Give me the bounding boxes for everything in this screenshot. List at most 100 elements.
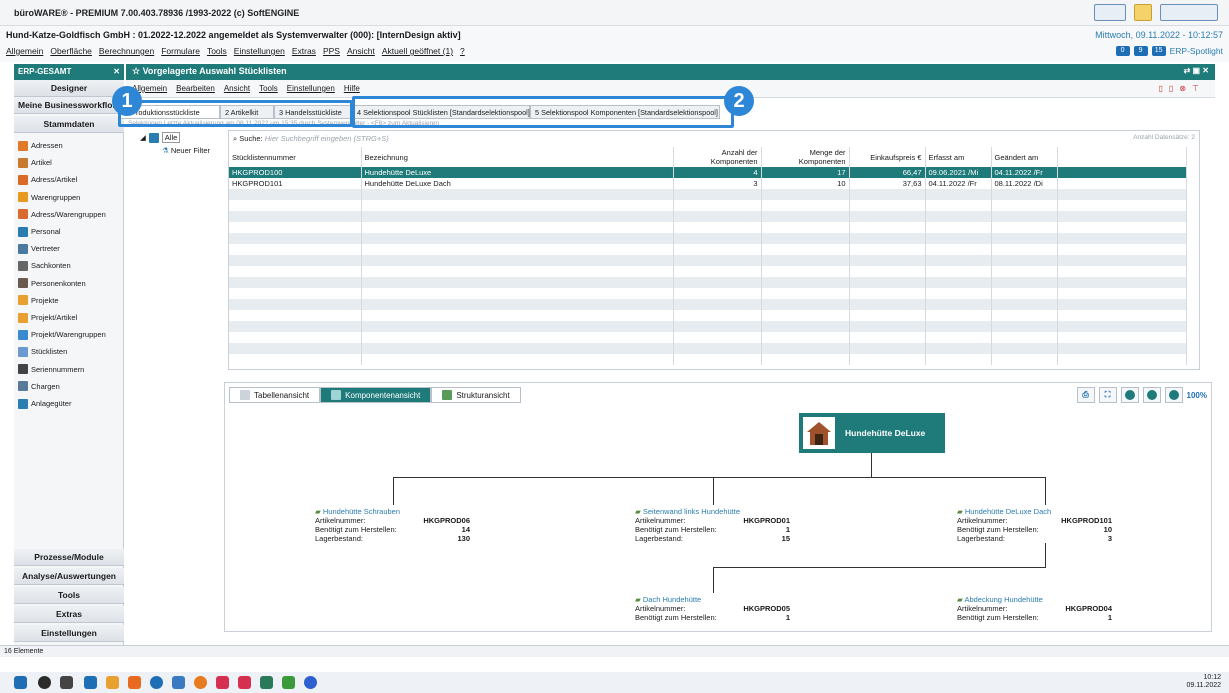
toolbar-tools[interactable]: Tools — [259, 84, 278, 93]
app-icon[interactable] — [304, 676, 317, 689]
app-icon[interactable] — [194, 676, 207, 689]
warning-icon[interactable] — [1134, 4, 1152, 21]
nav-item[interactable]: Anlagegüter — [18, 396, 71, 411]
spotlight-label[interactable]: ERP-Spotlight — [1170, 46, 1223, 56]
print-icon[interactable]: ⎙ — [1076, 387, 1095, 403]
table-row[interactable] — [229, 277, 1187, 288]
table-row[interactable] — [229, 233, 1187, 244]
window-controls[interactable] — [1160, 4, 1218, 21]
component-node[interactable]: ▰ Dach Hundehütte Artikelnummer: HKGPROD05… — [635, 595, 790, 622]
col-bezeichnung[interactable]: Bezeichnung — [361, 147, 674, 167]
table-row[interactable] — [229, 354, 1187, 365]
nav-item[interactable]: Adress/Warengruppen — [18, 207, 106, 222]
nav-item[interactable]: Chargen — [18, 379, 60, 394]
nav-stammdaten[interactable]: Stammdaten — [14, 116, 124, 133]
explorer-icon[interactable] — [106, 676, 119, 689]
toolbar-action-icons[interactable]: ▯▯⊗⊤ — [1159, 84, 1205, 93]
nav-item[interactable]: Sachkonten — [18, 258, 71, 273]
toolbar-einstellungen[interactable]: Einstellungen — [287, 84, 335, 93]
tab-tabellenansicht[interactable]: Tabellenansicht — [229, 387, 321, 403]
nav-prozesse-module[interactable]: Prozesse/Module — [14, 549, 124, 566]
nav-item[interactable]: Artikel — [18, 155, 52, 170]
zoom-reset-button[interactable] — [1164, 387, 1183, 403]
app-icon[interactable] — [260, 676, 273, 689]
table-row[interactable] — [229, 200, 1187, 211]
menu-allgemein[interactable]: Allgemein — [6, 46, 43, 56]
browser-icon[interactable] — [150, 676, 163, 689]
col-erfasst-am[interactable]: Erfasst am — [925, 147, 992, 167]
nav-einstellungen[interactable]: Einstellungen — [14, 625, 124, 642]
tab-komponentenansicht[interactable]: Komponentenansicht — [320, 387, 432, 403]
tab-strukturansicht[interactable]: Strukturansicht — [431, 387, 521, 403]
app-icon[interactable] — [84, 676, 97, 689]
table-row[interactable] — [229, 288, 1187, 299]
toolbar-bearbeiten[interactable]: Bearbeiten — [176, 84, 215, 93]
search-icon[interactable] — [38, 676, 51, 689]
task-badge[interactable]: 9 — [1133, 46, 1148, 56]
table-row[interactable] — [229, 343, 1187, 354]
tree-root[interactable]: ◢ Alle — [140, 132, 228, 143]
table-row[interactable] — [229, 321, 1187, 332]
tree-new-filter[interactable]: ⚗ Neuer Filter — [162, 146, 228, 155]
component-node[interactable]: ▰ Seitenwand links Hundehütte Artikelnumm… — [635, 507, 790, 543]
menu-berechnungen[interactable]: Berechnungen — [99, 46, 154, 56]
tree-new-filter-label[interactable]: Neuer Filter — [171, 146, 210, 155]
menu-ansicht[interactable]: Ansicht — [347, 46, 375, 56]
star-icon[interactable]: ☆ — [132, 66, 140, 76]
table-row[interactable] — [229, 332, 1187, 343]
table-row[interactable] — [229, 310, 1187, 321]
taskbar-clock[interactable]: 10:12 09.11.2022 — [1186, 674, 1221, 690]
component-node[interactable]: ▰ Hundehütte Schrauben Artikelnummer: HKGP… — [315, 507, 470, 543]
table-row[interactable] — [229, 299, 1187, 310]
panel-controls[interactable]: ⇄ ▣ ✕ — [1184, 66, 1209, 75]
zoom-out-button[interactable] — [1142, 387, 1161, 403]
table-row[interactable]: HKGPROD101 Hundehütte DeLuxe Dach 3 10 37,63… — [229, 178, 1187, 189]
app-icon[interactable] — [216, 676, 229, 689]
col-geaendert-am[interactable]: Geändert am — [991, 147, 1058, 167]
nav-item[interactable]: Personenkonten — [18, 276, 86, 291]
table-row[interactable] — [229, 266, 1187, 277]
close-icon[interactable]: ✕ — [113, 67, 120, 76]
tree-root-label[interactable]: Alle — [161, 132, 181, 143]
menu-extras[interactable]: Extras — [292, 46, 316, 56]
col-menge-komponenten[interactable]: Menge der Komponenten — [761, 147, 850, 167]
menu-tools[interactable]: Tools — [207, 46, 227, 56]
nav-analyse-auswertungen[interactable]: Analyse/Auswertungen — [14, 568, 124, 585]
nav-item[interactable]: Vertreter — [18, 241, 60, 256]
menu-aktuell-geoeffnet[interactable]: Aktuell geöffnet (1) — [382, 46, 453, 56]
nav-business-workflow[interactable]: Meine Businessworkflo... — [14, 97, 124, 114]
nav-tools[interactable]: Tools — [14, 587, 124, 604]
app-icon[interactable] — [238, 676, 251, 689]
collapse-icon[interactable]: ◢ — [140, 133, 146, 142]
col-anzahl-komponenten[interactable]: Anzahl der Komponenten — [673, 147, 762, 167]
message-badge[interactable]: 15 — [1151, 46, 1166, 56]
nav-designer[interactable]: Designer — [14, 80, 124, 97]
task-view-icon[interactable] — [60, 676, 73, 689]
toolbar-ansicht[interactable]: Ansicht — [224, 84, 250, 93]
nav-item[interactable]: Seriennummern — [18, 362, 84, 377]
component-node[interactable]: ▰ Abdeckung Hundehütte Artikelnummer: HKGP… — [957, 595, 1112, 622]
nav-item[interactable]: Adress/Artikel — [18, 172, 77, 187]
table-row[interactable] — [229, 189, 1187, 200]
menu-oberflaeche[interactable]: Oberfläche — [50, 46, 92, 56]
nav-item[interactable]: Projekt/Artikel — [18, 310, 77, 325]
nav-item[interactable]: Personal — [18, 224, 61, 239]
nav-item[interactable]: Warengruppen — [18, 190, 80, 205]
fit-icon[interactable]: ⛶ — [1098, 387, 1117, 403]
table-row[interactable] — [229, 255, 1187, 266]
nav-item[interactable]: Stücklisten — [18, 344, 67, 359]
notification-badge[interactable]: 0 — [1115, 46, 1130, 56]
app-icon[interactable] — [282, 676, 295, 689]
app-icon[interactable] — [128, 676, 141, 689]
col-stuecklistennummer[interactable]: Stücklistennummer — [229, 147, 362, 167]
root-component-node[interactable]: Hundehütte DeLuxe — [799, 413, 945, 453]
table-row[interactable] — [229, 211, 1187, 222]
nav-item[interactable]: Projekte — [18, 293, 59, 308]
menu-formulare[interactable]: Formulare — [161, 46, 200, 56]
table-row[interactable] — [229, 222, 1187, 233]
component-node[interactable]: ▰ Hundehütte DeLuxe Dach Artikelnummer: HK… — [957, 507, 1112, 543]
nav-item[interactable]: Projekt/Warengruppen — [18, 327, 106, 342]
zoom-in-button[interactable] — [1120, 387, 1139, 403]
table-row[interactable]: HKGPROD100 Hundehütte DeLuxe 4 17 66,47 09.06… — [229, 167, 1187, 178]
menu-einstellungen[interactable]: Einstellungen — [234, 46, 285, 56]
